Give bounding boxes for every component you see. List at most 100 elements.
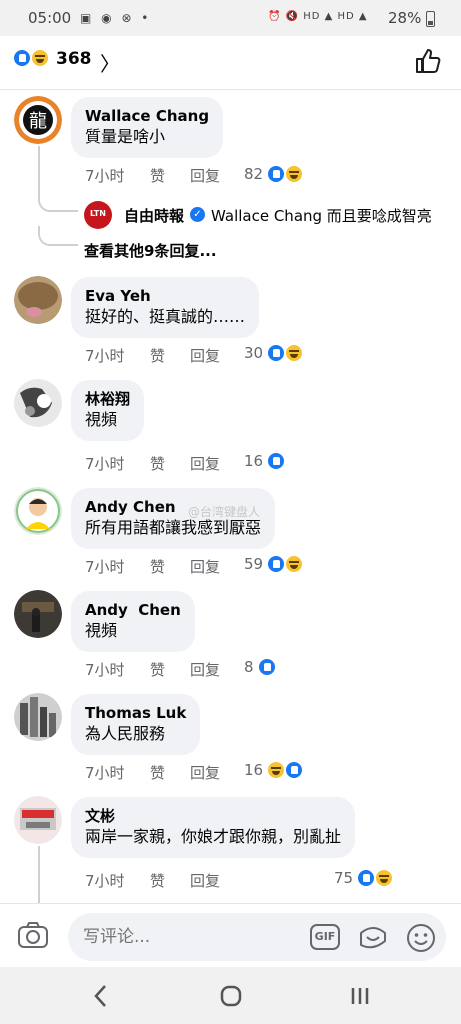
avatar[interactable]: 龍 <box>14 96 62 144</box>
comment-bubble[interactable]: Andy Chen 視頻 <box>71 591 195 652</box>
like-reaction-icon <box>266 451 286 471</box>
comment-bubble[interactable]: Thomas Luk 為人民服務 <box>71 694 201 755</box>
reaction-summary[interactable] <box>12 48 56 70</box>
avatar[interactable] <box>14 796 62 844</box>
avatar[interactable] <box>14 276 62 324</box>
reaction-count: 16 <box>244 452 264 470</box>
reaction-count: 59 <box>244 555 264 573</box>
thread-connector <box>38 192 78 212</box>
reaction-count: 82 <box>244 165 264 183</box>
thumbs-up-icon[interactable] <box>414 47 442 75</box>
reply-button[interactable]: 回复 <box>190 345 220 366</box>
commenter-name[interactable]: Andy Chen <box>85 600 181 620</box>
comment-bubble[interactable]: 林裕翔 視頻 <box>71 380 145 441</box>
notification-icons: ▣ ◉ ⊗ • <box>80 11 152 25</box>
thread-line <box>38 846 40 903</box>
reply-button[interactable]: 回复 <box>190 762 220 783</box>
reply-text: Wallace Chang 而且要唸成智亮 <box>211 207 432 225</box>
comment-time[interactable]: 7小时 <box>85 870 125 891</box>
system-navigation-bar <box>0 967 461 1024</box>
battery-percent: 28% <box>388 9 422 27</box>
like-reaction-icon <box>266 164 286 184</box>
like-reaction-icon <box>284 760 304 780</box>
like-button[interactable]: 赞 <box>150 659 165 680</box>
commenter-name[interactable]: Thomas Luk <box>85 703 186 723</box>
svg-text:龍: 龍 <box>29 111 47 132</box>
reaction-count: 16 <box>244 761 264 779</box>
reply-button[interactable]: 回复 <box>190 659 220 680</box>
haha-reaction-icon <box>284 164 304 184</box>
like-reaction-icon <box>266 343 286 363</box>
verified-badge-icon: ✓ <box>190 207 205 222</box>
avatar[interactable] <box>14 693 62 741</box>
reaction-count: 30 <box>244 344 264 362</box>
gif-button[interactable]: GIF <box>310 924 340 950</box>
comment-bubble[interactable]: 文彬 兩岸一家親，你娘才跟你親，別亂扯 <box>71 797 356 858</box>
haha-reaction-icon <box>284 343 304 363</box>
reply-button[interactable]: 回复 <box>190 870 220 891</box>
comment-composer: GIF <box>0 903 461 967</box>
status-time: 05:00 <box>28 9 72 27</box>
home-icon[interactable] <box>216 982 246 1010</box>
comment-text: 視頻 <box>85 621 118 640</box>
comment-text: 視頻 <box>85 410 118 429</box>
sticker-icon[interactable] <box>358 923 388 951</box>
system-status-icons: ⏰ 🔇 HD ▲ HD ▲ <box>268 11 368 22</box>
comment-bubble[interactable]: Eva Yeh 挺好的、挺真誠的…… <box>71 277 260 338</box>
comment-text: 所有用語都讓我感到厭惡 <box>85 518 262 537</box>
reply-author[interactable]: 自由時報 <box>124 205 184 226</box>
avatar[interactable] <box>14 487 62 535</box>
reply-button[interactable]: 回复 <box>190 556 220 577</box>
haha-reaction-icon <box>284 554 304 574</box>
commenter-name[interactable]: 文彬 <box>85 806 341 826</box>
comments-header: 368 〉 <box>0 36 461 90</box>
reaction-count: 8 <box>244 658 254 676</box>
emoji-icon[interactable] <box>406 923 436 953</box>
avatar[interactable] <box>14 590 62 638</box>
comment-input[interactable] <box>68 913 446 961</box>
reply-button[interactable]: 回复 <box>190 165 220 186</box>
comment-text: 為人民服務 <box>85 724 166 743</box>
comment-time[interactable]: 7小时 <box>85 345 125 366</box>
comment-time[interactable]: 7小时 <box>85 453 125 474</box>
like-reaction-icon <box>356 868 376 888</box>
reaction-count[interactable]: 368 <box>56 49 92 69</box>
thread-connector <box>38 226 78 246</box>
like-button[interactable]: 赞 <box>150 762 165 783</box>
status-bar: 05:00 ▣ ◉ ⊗ • ⏰ 🔇 HD ▲ HD ▲ 28% <box>0 0 461 36</box>
like-reaction-icon <box>257 657 277 677</box>
comment-text: 挺好的、挺真誠的…… <box>85 307 246 326</box>
thread-line <box>38 146 40 192</box>
like-reaction-icon <box>266 554 286 574</box>
comment-time[interactable]: 7小时 <box>85 762 125 783</box>
page-avatar: LTN <box>84 201 112 229</box>
like-button[interactable]: 赞 <box>150 345 165 366</box>
reaction-count: 75 <box>334 869 354 887</box>
like-reaction-icon <box>12 48 32 68</box>
battery-icon <box>426 11 435 27</box>
watermark: @台湾键盘人 <box>188 505 261 519</box>
like-button[interactable]: 赞 <box>150 870 165 891</box>
haha-reaction-icon <box>374 868 394 888</box>
comment-text: 質量是啥小 <box>85 127 166 146</box>
comment-time[interactable]: 7小时 <box>85 556 125 577</box>
comment-bubble[interactable]: Wallace Chang 質量是啥小 <box>71 97 224 158</box>
commenter-name[interactable]: Eva Yeh <box>85 286 245 306</box>
comment-text: 兩岸一家親，你娘才跟你親，別亂扯 <box>85 827 342 846</box>
avatar[interactable] <box>14 379 62 427</box>
like-button[interactable]: 赞 <box>150 453 165 474</box>
camera-icon[interactable] <box>18 922 48 948</box>
commenter-name[interactable]: Wallace Chang <box>85 106 209 126</box>
comment-time[interactable]: 7小时 <box>85 165 125 186</box>
reply-button[interactable]: 回复 <box>190 453 220 474</box>
like-button[interactable]: 赞 <box>150 165 165 186</box>
comment-time[interactable]: 7小时 <box>85 659 125 680</box>
chevron-right-icon[interactable]: 〉 <box>100 48 120 77</box>
recent-apps-icon[interactable] <box>345 982 375 1010</box>
back-icon[interactable] <box>86 982 116 1010</box>
like-button[interactable]: 赞 <box>150 556 165 577</box>
view-more-replies-link[interactable]: 查看其他9条回复... <box>84 240 217 261</box>
commenter-name[interactable]: 林裕翔 <box>85 389 130 409</box>
haha-reaction-icon <box>266 760 286 780</box>
haha-reaction-icon <box>30 48 50 68</box>
